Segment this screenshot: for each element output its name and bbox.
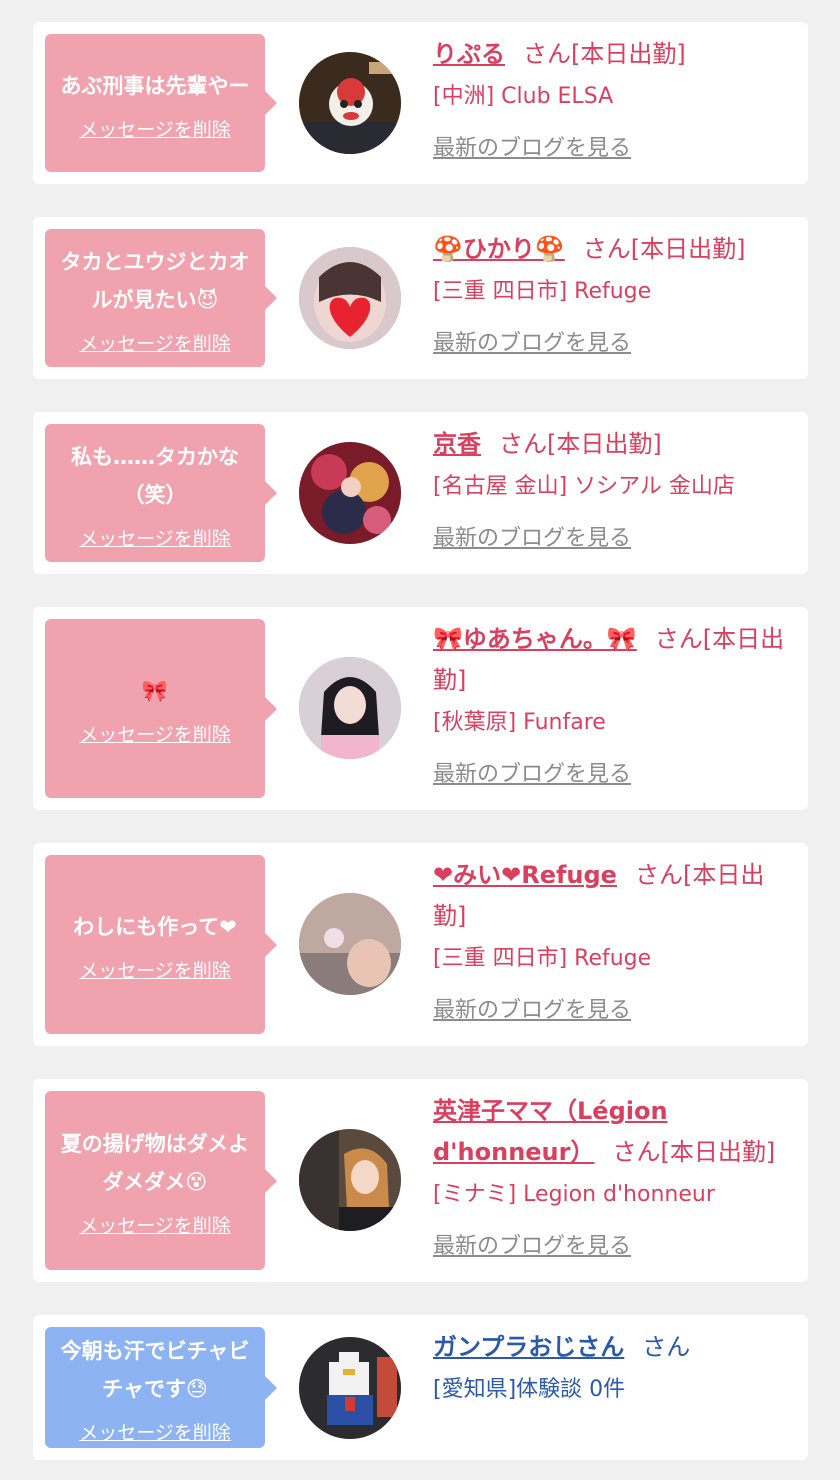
- user-info: ガンプラおじさん さん [愛知県]体験談 0件: [433, 1327, 794, 1406]
- avatar[interactable]: [299, 247, 401, 349]
- list-item: タカとユウジとカオルが見たい😈 メッセージを削除 🍄ひかり🍄 さん[本日出勤] […: [33, 217, 808, 379]
- user-list: あぶ刑事は先輩やー メッセージを削除 りぷる さん[本日出勤] [中洲] Club…: [0, 0, 840, 1460]
- status-text: さん: [642, 1333, 691, 1361]
- shop-text: [三重 四日市] Refuge: [433, 946, 652, 971]
- user-info: 英津子ママ（Légion d'honneur） さん[本日出勤] [ミナミ] Le…: [433, 1091, 794, 1263]
- latest-blog-link[interactable]: 最新のブログを見る: [433, 328, 631, 360]
- user-info: りぷる さん[本日出勤] [中洲] Club ELSA 最新のブログを見る: [433, 34, 794, 165]
- user-info: 🍄ひかり🍄 さん[本日出勤] [三重 四日市] Refuge 最新のブログを見る: [433, 229, 794, 360]
- message-bubble: 🎀 メッセージを削除: [45, 619, 277, 798]
- user-name-link[interactable]: 🎀ゆあちゃん。🎀: [433, 625, 637, 653]
- message-text: わしにも作って❤: [73, 915, 237, 939]
- delete-message-link[interactable]: メッセージを削除: [79, 329, 231, 356]
- message-text: 🎀: [141, 679, 169, 703]
- user-name-link[interactable]: 京香: [433, 430, 481, 458]
- delete-message-link[interactable]: メッセージを削除: [79, 524, 231, 551]
- list-item: 私も……タカかな（笑） メッセージを削除 京香 さん[本日出勤] [名古屋 金山]…: [33, 412, 808, 574]
- name-line: ガンプラおじさん さん: [433, 1327, 794, 1368]
- message-bubble: 今朝も汗でビチャビチャです😓 メッセージを削除: [45, 1327, 277, 1448]
- avatar[interactable]: [299, 1337, 401, 1439]
- status-text: さん[本日出勤]: [523, 40, 686, 68]
- shop-text: [名古屋 金山] ソシアル 金山店: [433, 474, 735, 499]
- avatar[interactable]: [299, 52, 401, 154]
- avatar[interactable]: [299, 893, 401, 995]
- name-line: りぷる さん[本日出勤]: [433, 34, 794, 75]
- message-bubble: タカとユウジとカオルが見たい😈 メッセージを削除: [45, 229, 277, 367]
- latest-blog-link[interactable]: 最新のブログを見る: [433, 995, 631, 1027]
- message-bubble: わしにも作って❤ メッセージを削除: [45, 855, 277, 1034]
- message-text: 今朝も汗でビチャビチャです😓: [60, 1339, 250, 1401]
- list-item: 🎀 メッセージを削除 🎀ゆあちゃん。🎀 さん[本日出勤] [秋葉原] Funfar…: [33, 607, 808, 810]
- list-item: 今朝も汗でビチャビチャです😓 メッセージを削除 ガンプラおじさん さん [愛知県]…: [33, 1315, 808, 1460]
- name-line: 英津子ママ（Légion d'honneur） さん[本日出勤]: [433, 1091, 794, 1173]
- latest-blog-link[interactable]: 最新のブログを見る: [433, 133, 631, 165]
- message-bubble: あぶ刑事は先輩やー メッセージを削除: [45, 34, 277, 172]
- list-item: あぶ刑事は先輩やー メッセージを削除 りぷる さん[本日出勤] [中洲] Club…: [33, 22, 808, 184]
- shop-text: [中洲] Club ELSA: [433, 84, 614, 109]
- avatar[interactable]: [299, 1129, 401, 1231]
- message-text: あぶ刑事は先輩やー: [60, 73, 250, 98]
- delete-message-link[interactable]: メッセージを削除: [79, 1418, 231, 1445]
- shop-text: [秋葉原] Funfare: [433, 710, 606, 735]
- delete-message-link[interactable]: メッセージを削除: [79, 956, 231, 983]
- status-text: さん[本日出勤]: [582, 235, 746, 263]
- user-info: ❤みい❤Refuge さん[本日出勤] [三重 四日市] Refuge 最新のブロ…: [433, 855, 794, 1027]
- latest-blog-link[interactable]: 最新のブログを見る: [433, 1231, 631, 1263]
- user-name-link[interactable]: ガンプラおじさん: [433, 1333, 624, 1361]
- message-text: 夏の揚げ物はダメよダメダメ😵: [60, 1132, 250, 1194]
- user-info: 京香 さん[本日出勤] [名古屋 金山] ソシアル 金山店 最新のブログを見る: [433, 424, 794, 555]
- name-line: 🎀ゆあちゃん。🎀 さん[本日出勤]: [433, 619, 794, 701]
- message-bubble: 夏の揚げ物はダメよダメダメ😵 メッセージを削除: [45, 1091, 277, 1270]
- status-text: さん[本日出勤]: [612, 1138, 776, 1166]
- name-line: 京香 さん[本日出勤]: [433, 424, 794, 465]
- user-name-link[interactable]: りぷる: [433, 40, 505, 68]
- message-text: タカとユウジとカオルが見たい😈: [60, 249, 250, 312]
- latest-blog-link[interactable]: 最新のブログを見る: [433, 523, 631, 555]
- name-line: 🍄ひかり🍄 さん[本日出勤]: [433, 229, 794, 270]
- delete-message-link[interactable]: メッセージを削除: [79, 1211, 231, 1238]
- shop-text: [ミナミ] Legion d'honneur: [433, 1182, 715, 1207]
- name-line: ❤みい❤Refuge さん[本日出勤]: [433, 855, 794, 937]
- avatar[interactable]: [299, 442, 401, 544]
- message-text: 私も……タカかな（笑）: [71, 444, 239, 507]
- delete-message-link[interactable]: メッセージを削除: [79, 720, 231, 747]
- review-count-text: [愛知県]体験談 0件: [433, 1377, 626, 1402]
- shop-text: [三重 四日市] Refuge: [433, 279, 652, 304]
- list-item: 夏の揚げ物はダメよダメダメ😵 メッセージを削除 英津子ママ（Légion d'h…: [33, 1079, 808, 1282]
- user-name-link[interactable]: ❤みい❤Refuge: [433, 861, 617, 889]
- avatar[interactable]: [299, 657, 401, 759]
- delete-message-link[interactable]: メッセージを削除: [79, 115, 231, 142]
- user-name-link[interactable]: 🍄ひかり🍄: [433, 235, 565, 263]
- latest-blog-link[interactable]: 最新のブログを見る: [433, 759, 631, 791]
- message-bubble: 私も……タカかな（笑） メッセージを削除: [45, 424, 277, 562]
- status-text: さん[本日出勤]: [499, 430, 662, 458]
- list-item: わしにも作って❤ メッセージを削除 ❤みい❤Refuge さん[本日出勤] [三重…: [33, 843, 808, 1046]
- user-info: 🎀ゆあちゃん。🎀 さん[本日出勤] [秋葉原] Funfare 最新のブログを見る: [433, 619, 794, 791]
